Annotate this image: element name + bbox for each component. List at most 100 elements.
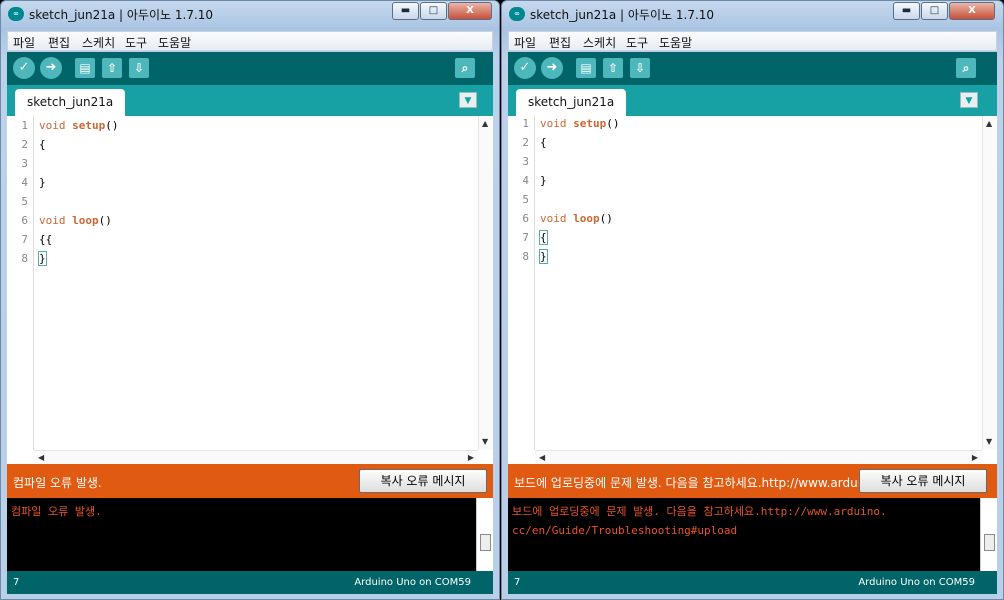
scroll-down-icon[interactable]: ▼ [986, 437, 992, 447]
bracket-highlight: } [38, 251, 47, 266]
tab-row: sketch_jun21a ▼ [508, 85, 997, 116]
new-icon[interactable]: ▤ [576, 58, 596, 78]
editor-horizontal-scrollbar[interactable]: ◀ ▶ [34, 450, 478, 464]
serial-monitor-icon[interactable]: ⌕ [455, 58, 475, 78]
copy-error-button[interactable]: 복사 오류 메시지 [359, 469, 487, 493]
code-line-1: void setup() [540, 117, 620, 130]
maximize-button[interactable]: □ [921, 2, 948, 20]
editor-horizontal-scrollbar[interactable]: ◀ ▶ [535, 450, 982, 464]
scroll-up-icon[interactable]: ▲ [986, 119, 992, 129]
console-scrollbar[interactable] [476, 498, 493, 571]
line-number-gutter: 1 2 3 4 5 6 7 8 [508, 116, 535, 450]
function-name: setup [72, 119, 106, 132]
menu-tools[interactable]: 도구 [125, 34, 147, 51]
tab-sketch[interactable]: sketch_jun21a [516, 89, 627, 116]
menu-bar: 파일 편집 스케치 도구 도움말 [7, 31, 493, 51]
close-button[interactable]: X [448, 2, 492, 20]
code-editor[interactable]: 1 2 3 4 5 6 7 8 void setup() { } void lo… [508, 116, 997, 464]
console-output[interactable]: 보드에 업로딩중에 문제 발생. 다음을 참고하세요.http://www.ar… [508, 498, 997, 571]
tab-menu-icon[interactable]: ▼ [960, 92, 978, 108]
window-title: sketch_jun21a | 아두이노 1.7.10 [530, 8, 715, 22]
code-line-4: } [540, 174, 547, 187]
code-line-2: { [540, 136, 547, 149]
line-number: 3 [522, 155, 529, 168]
menu-sketch[interactable]: 스케치 [82, 34, 115, 51]
line-number: 1 [522, 117, 529, 130]
line-number: 7 [522, 231, 529, 244]
minimize-button[interactable]: ▬ [893, 2, 920, 20]
keyword: void [540, 117, 567, 130]
upload-icon[interactable]: ➜ [40, 57, 62, 79]
scroll-up-icon[interactable]: ▲ [482, 119, 488, 129]
menu-help[interactable]: 도움말 [659, 34, 692, 51]
scroll-left-icon[interactable]: ◀ [539, 453, 545, 463]
editor-vertical-scrollbar[interactable]: ▲ ▼ [478, 116, 493, 450]
scroll-left-icon[interactable]: ◀ [38, 453, 44, 463]
scroll-thumb[interactable] [480, 534, 491, 551]
bracket-highlight: } [539, 249, 548, 264]
footer-bar: 7 Arduino Uno on COM59 [508, 571, 997, 594]
keyword: void [39, 119, 66, 132]
tab-menu-icon[interactable]: ▼ [459, 92, 477, 108]
code-line-4: } [39, 176, 46, 189]
tab-row: sketch_jun21a ▼ [7, 85, 493, 116]
open-icon[interactable]: ⇧ [603, 58, 623, 78]
close-button[interactable]: X [949, 2, 995, 20]
arduino-logo-icon: ∞ [8, 7, 24, 21]
upload-icon[interactable]: ➜ [541, 57, 563, 79]
console-text: 보드에 업로딩중에 문제 발생. 다음을 참고하세요.http://www.ar… [512, 502, 975, 540]
menu-edit[interactable]: 편집 [48, 34, 70, 51]
scroll-right-icon[interactable]: ▶ [468, 453, 474, 463]
menu-edit[interactable]: 편집 [549, 34, 571, 51]
status-message: 컴파일 오류 발생. [13, 476, 102, 490]
console-line: 보드에 업로딩중에 문제 발생. 다음을 참고하세요.http://www.ar… [512, 505, 887, 518]
console-line: cc/en/Guide/Troubleshooting#upload [512, 524, 738, 537]
status-bar: 보드에 업로딩중에 문제 발생. 다음을 참고하세요.http://www.ar… [508, 464, 997, 498]
keyword: void [540, 212, 567, 225]
current-line-number: 7 [13, 577, 20, 588]
board-port-label: Arduino Uno on COM59 [354, 577, 471, 588]
save-icon[interactable]: ⇩ [129, 58, 149, 78]
code-line-6: void loop() [540, 212, 613, 225]
function-name: loop [72, 214, 99, 227]
toolbar: ✓ ➜ ▤ ⇧ ⇩ ⌕ [7, 52, 493, 85]
menu-help[interactable]: 도움말 [158, 34, 191, 51]
menu-bar: 파일 편집 스케치 도구 도움말 [508, 31, 997, 51]
menu-file[interactable]: 파일 [13, 34, 35, 51]
copy-error-button[interactable]: 복사 오류 메시지 [859, 469, 987, 493]
menu-sketch[interactable]: 스케치 [583, 34, 616, 51]
open-icon[interactable]: ⇧ [102, 58, 122, 78]
line-number: 2 [21, 138, 28, 151]
code-text: () [105, 119, 119, 132]
code-line-7: {{ [39, 233, 53, 246]
console-scrollbar[interactable] [980, 498, 997, 571]
line-number: 3 [21, 157, 28, 170]
line-number: 2 [522, 136, 529, 149]
code-editor[interactable]: 1 2 3 4 5 6 7 8 void setup() { } void lo… [7, 116, 493, 464]
line-number: 5 [522, 193, 529, 206]
scroll-thumb[interactable] [984, 534, 995, 551]
editor-vertical-scrollbar[interactable]: ▲ ▼ [982, 116, 997, 450]
title-bar[interactable]: ∞ sketch_jun21a | 아두이노 1.7.10 ▬ □ X [502, 1, 1003, 27]
code-line-6: void loop() [39, 214, 112, 227]
serial-monitor-icon[interactable]: ⌕ [956, 58, 976, 78]
text-cursor: { [539, 230, 548, 245]
line-number: 6 [522, 212, 529, 225]
line-number: 4 [522, 174, 529, 187]
save-icon[interactable]: ⇩ [630, 58, 650, 78]
line-number: 7 [21, 233, 28, 246]
code-line-2: { [39, 138, 46, 151]
scroll-right-icon[interactable]: ▶ [972, 453, 978, 463]
new-icon[interactable]: ▤ [75, 58, 95, 78]
minimize-button[interactable]: ▬ [392, 2, 419, 20]
maximize-button[interactable]: □ [420, 2, 447, 20]
verify-icon[interactable]: ✓ [13, 57, 35, 79]
scroll-down-icon[interactable]: ▼ [482, 437, 488, 447]
menu-tools[interactable]: 도구 [626, 34, 648, 51]
code-line-8: } [539, 249, 548, 264]
menu-file[interactable]: 파일 [514, 34, 536, 51]
verify-icon[interactable]: ✓ [514, 57, 536, 79]
title-bar[interactable]: ∞ sketch_jun21a | 아두이노 1.7.10 ▬ □ X [1, 1, 499, 27]
console-output[interactable]: 컴파일 오류 발생. [7, 498, 493, 571]
tab-sketch[interactable]: sketch_jun21a [15, 89, 126, 116]
